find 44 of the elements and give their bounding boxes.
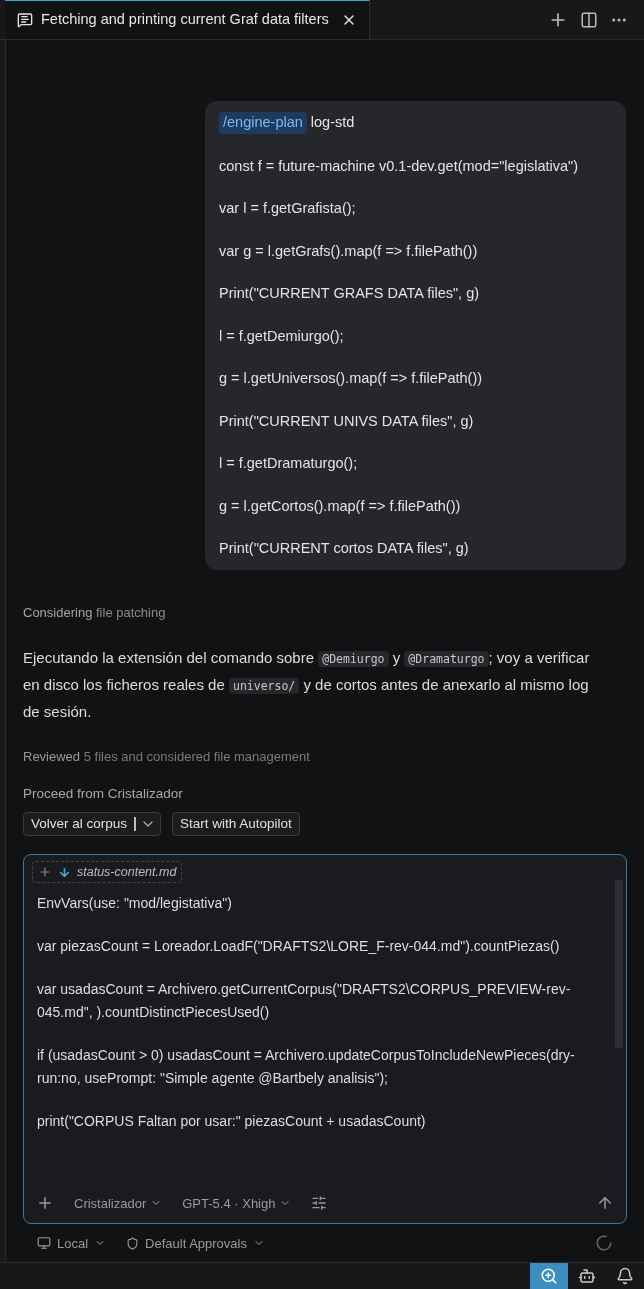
message-text: Print("CURRENT UNIVS DATA files", g) xyxy=(219,411,475,431)
attachment-chip[interactable]: status-content.md xyxy=(32,861,183,884)
zoom-in-icon xyxy=(540,1267,558,1286)
autopilot-button[interactable]: Start with Autopilot xyxy=(172,812,300,837)
prompt-text: var piezasCount = Loreador.LoadF("DRAFTS2\LORE_F-rev-044.md").countPiezas() xyxy=(37,937,561,957)
message-text: const f = future-machine v0.1-dev.get(mod="legislativa") xyxy=(219,156,579,176)
proceed-label: Proceed from Cristalizador xyxy=(23,785,184,804)
tab-title: Fetching and printing current Graf data filters xyxy=(41,10,329,30)
prompt-text: print("CORPUS Faltan por usar:" piezasCount + usadasCount) xyxy=(37,1112,427,1132)
zoom-button[interactable] xyxy=(530,1263,568,1289)
shield-icon xyxy=(126,1236,140,1250)
model-dropdown[interactable]: GPT-5.4 · Xhigh xyxy=(182,1193,292,1214)
message-text: Print("CURRENT cortos DATA files", g) xyxy=(219,539,470,559)
message-text: l = f.getDramaturgo(); xyxy=(219,454,359,474)
message-text: l = f.getDemiurgo(); xyxy=(219,326,345,346)
agent-dropdown[interactable]: Cristalizador xyxy=(74,1193,163,1214)
monitor-icon xyxy=(37,1236,51,1251)
spinner-icon xyxy=(595,1234,613,1253)
message-text: g = l.getCortos().map(f => f.filePath()) xyxy=(219,496,462,516)
location-dropdown[interactable]: Local xyxy=(37,1233,107,1254)
prompt-text: var usadasCount = Archivero.getCurrentCorpus("DRAFTS2\CORPUS_PREVIEW-rev-045.md", ).countDistinctPiecesUsed() xyxy=(37,980,572,1023)
message-text: log-std xyxy=(310,113,355,133)
status-text: Considering file patching xyxy=(23,604,167,623)
chat-tab[interactable]: Fetching and printing current Graf data filters xyxy=(5,0,370,40)
plus-icon[interactable] xyxy=(38,865,52,880)
command-chip: /engine-plan xyxy=(219,112,307,135)
prompt-text: if (usadasCount > 0) usadasCount = Archivero.updateCorpusToIncludeNewPieces(dry-run:no, usePrompt: "Simple agente @Bartbely analisis"); xyxy=(37,1046,576,1089)
message-text: var l = f.getGrafista(); xyxy=(219,199,357,219)
bell-icon[interactable] xyxy=(616,1267,634,1286)
reply-text: Ejecutando la extensión del comando sobre @Demiurgo y @Dramaturgo ; voy a verificar en disco los ficheros reales de universo/ y de cortos antes de anexarlo al mismo log de sesión. xyxy=(23,647,591,722)
corpus-button[interactable]: Volver al corpus xyxy=(24,817,137,832)
settings-icon[interactable] xyxy=(311,1195,328,1212)
arrow-down-icon xyxy=(58,865,71,879)
message-text: Print("CURRENT GRAFS DATA files", g) xyxy=(219,284,481,304)
composer[interactable] xyxy=(23,854,627,1225)
split-button[interactable]: Volver al corpus xyxy=(23,812,162,837)
prompt-text: EnvVars(use: "mod/legistativa") xyxy=(37,894,233,914)
split-icon[interactable] xyxy=(580,10,598,29)
message-text: var g = l.getGrafs().map(f => f.filePath()) xyxy=(219,241,479,261)
status-text: Reviewed 5 files and considered file management xyxy=(23,747,311,766)
approvals-dropdown[interactable]: Default Approvals xyxy=(126,1233,265,1254)
attachment-name: status-content.md xyxy=(77,864,177,882)
chat-icon xyxy=(17,12,33,29)
message-text: g = l.getUniversos().map(f => f.filePath()) xyxy=(219,369,484,389)
